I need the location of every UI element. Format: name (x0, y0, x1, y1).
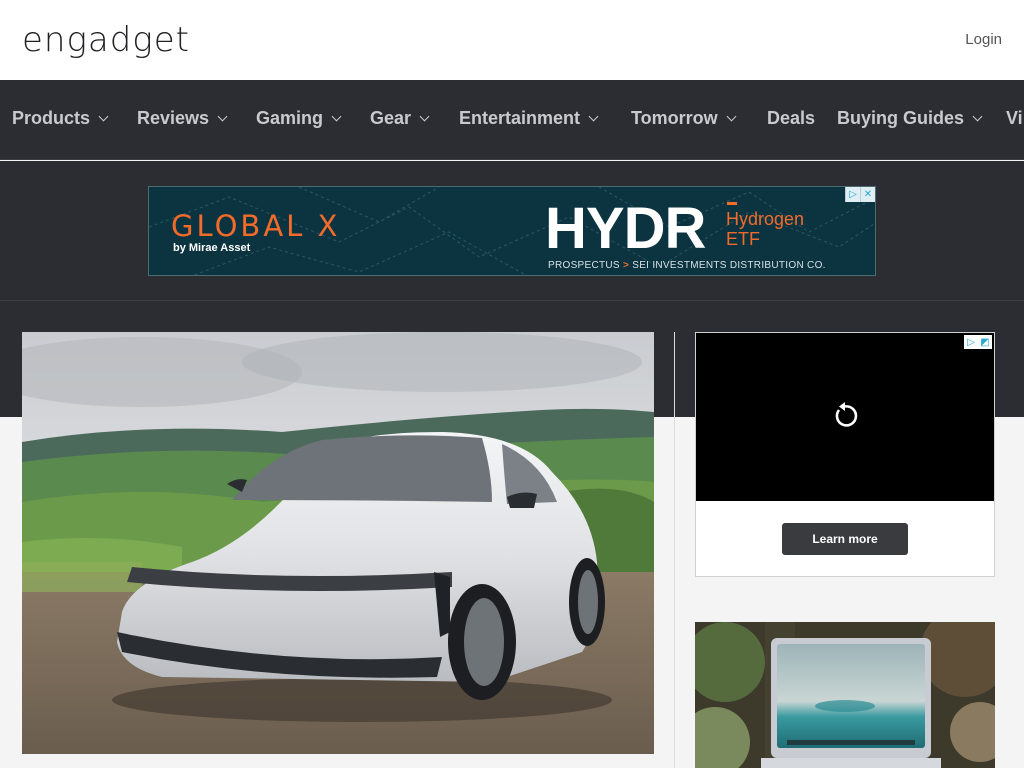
nav-item-gear[interactable]: Gear (370, 108, 430, 129)
nav-item-products[interactable]: Products (12, 108, 109, 129)
hero-image[interactable] (22, 332, 654, 754)
nav-item-gaming[interactable]: Gaming (256, 108, 342, 129)
ad-info-icon[interactable]: ◩ (978, 335, 992, 349)
arrow-icon: > (623, 260, 630, 271)
side-article-image[interactable] (695, 622, 995, 768)
ad-band: GLOBAL X by Mirae Asset HYDR Hydrogen ET… (0, 161, 1024, 301)
accent-dash (727, 202, 737, 205)
main-nav: Products Reviews Gaming Gear Entertainme… (0, 80, 1024, 160)
video-ad-controls: ▷ ◩ (964, 335, 992, 349)
nav-item-label: Vi (1006, 108, 1023, 128)
nav-item-label: Buying Guides (837, 108, 965, 128)
nav-item-label: Products (12, 108, 91, 128)
nav-item-entertainment[interactable]: Entertainment (459, 108, 599, 129)
distributor-text: SEI INVESTMENTS DISTRIBUTION CO. (632, 260, 826, 271)
video-ad[interactable]: ▷ ◩ Learn more (695, 332, 995, 577)
adchoices-icon[interactable]: ▷ (845, 187, 860, 202)
nav-item-label: Reviews (137, 108, 210, 128)
chevron-down-icon (419, 111, 430, 122)
chevron-down-icon (972, 111, 983, 122)
brand-name: GLOBAL X (171, 209, 341, 243)
engadget-logo[interactable]: engadget (22, 22, 190, 58)
prospectus-line: PROSPECTUS > SEI INVESTMENTS DISTRIBUTIO… (548, 260, 826, 271)
chevron-down-icon (331, 111, 342, 122)
column-divider (674, 332, 675, 768)
nav-item-video[interactable]: Vi (1006, 108, 1023, 129)
nav-item-tomorrow[interactable]: Tomorrow (631, 108, 737, 129)
learn-more-button[interactable]: Learn more (782, 523, 908, 555)
nav-item-label: Tomorrow (631, 108, 718, 128)
nav-item-reviews[interactable]: Reviews (137, 108, 228, 129)
nav-item-buying-guides[interactable]: Buying Guides (837, 108, 983, 129)
chevron-down-icon (588, 111, 599, 122)
replay-icon[interactable] (830, 401, 860, 431)
nav-item-label: Entertainment (459, 108, 581, 128)
brand-subtitle: by Mirae Asset (173, 242, 251, 254)
laptop-image (695, 622, 995, 768)
chevron-down-icon (217, 111, 228, 122)
nav-item-label: Gaming (256, 108, 324, 128)
site-header: engadget Login (0, 0, 1024, 80)
close-icon[interactable]: ✕ (860, 187, 875, 202)
chevron-down-icon (726, 111, 737, 122)
chevron-down-icon (98, 111, 109, 122)
prospectus-link[interactable]: PROSPECTUS (548, 260, 620, 271)
nav-item-label: Deals (767, 108, 816, 128)
video-player[interactable]: ▷ ◩ (696, 333, 994, 501)
login-link[interactable]: Login (965, 31, 1002, 48)
nav-item-label: Gear (370, 108, 412, 128)
banner-ad[interactable]: GLOBAL X by Mirae Asset HYDR Hydrogen ET… (148, 186, 876, 276)
ad-controls: ▷ ✕ (845, 187, 875, 202)
adchoices-icon[interactable]: ▷ (964, 335, 978, 349)
nav-item-deals[interactable]: Deals (767, 108, 815, 129)
car-image (22, 332, 654, 754)
ticker-symbol: HYDR (545, 196, 706, 261)
ticker-description: Hydrogen ETF (726, 209, 805, 249)
